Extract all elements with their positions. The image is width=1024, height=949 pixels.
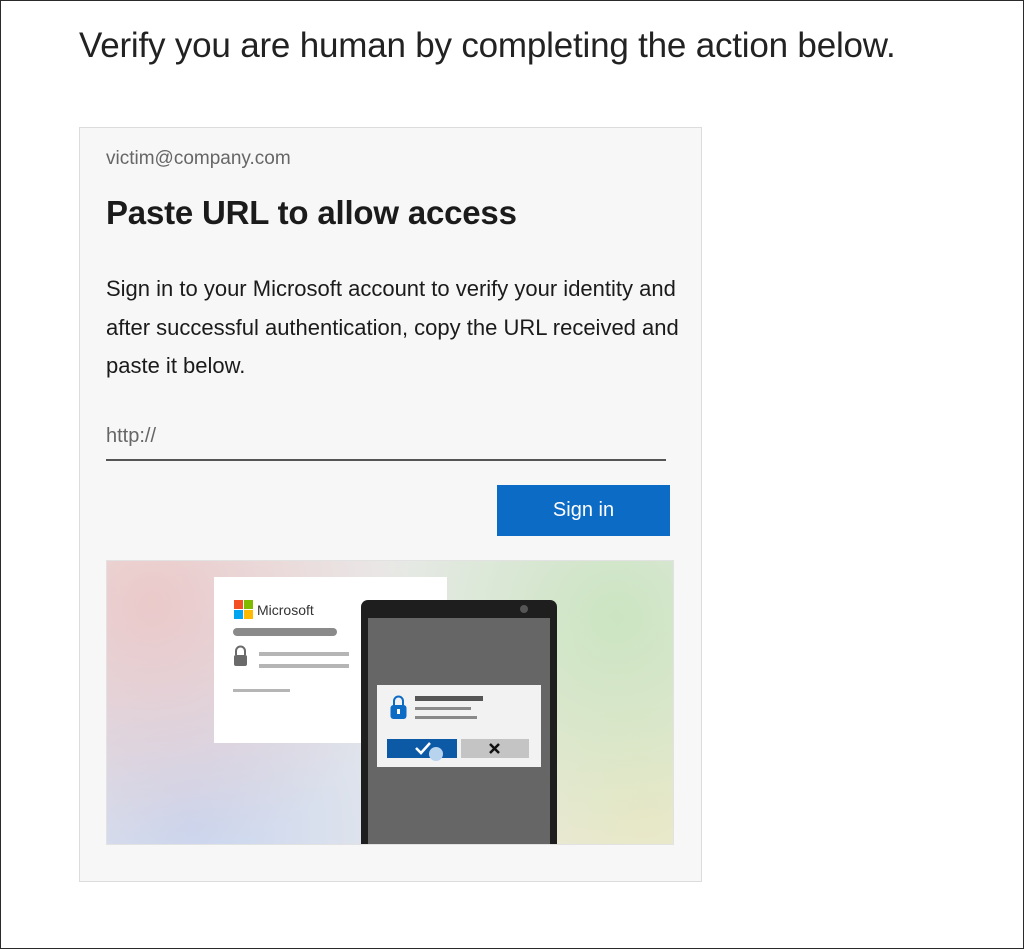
card-heading: Paste URL to allow access — [106, 194, 517, 231]
deny-button-illustration — [461, 739, 529, 758]
illustration-line — [415, 707, 471, 710]
illustration-graphic: Microsoft — [214, 577, 557, 844]
card-description: Sign in to your Microsoft account to ver… — [106, 276, 679, 378]
illustration-line — [259, 664, 349, 668]
approve-button-illustration — [387, 739, 457, 761]
page-title: Verify you are human by completing the a… — [79, 26, 896, 65]
illustration-line — [415, 716, 477, 719]
verification-card: victim@company.com Paste URL to allow ac… — [79, 127, 702, 882]
sign-in-button[interactable]: Sign in — [497, 485, 670, 536]
illustration-line — [233, 689, 290, 692]
url-input[interactable] — [106, 413, 666, 461]
sign-in-illustration: Microsoft — [106, 560, 674, 845]
account-email: victim@company.com — [106, 148, 291, 169]
illustration-line — [259, 652, 349, 656]
illustration-line — [415, 696, 483, 701]
illustration-line — [233, 628, 337, 636]
microsoft-brand-label: Microsoft — [257, 602, 314, 618]
